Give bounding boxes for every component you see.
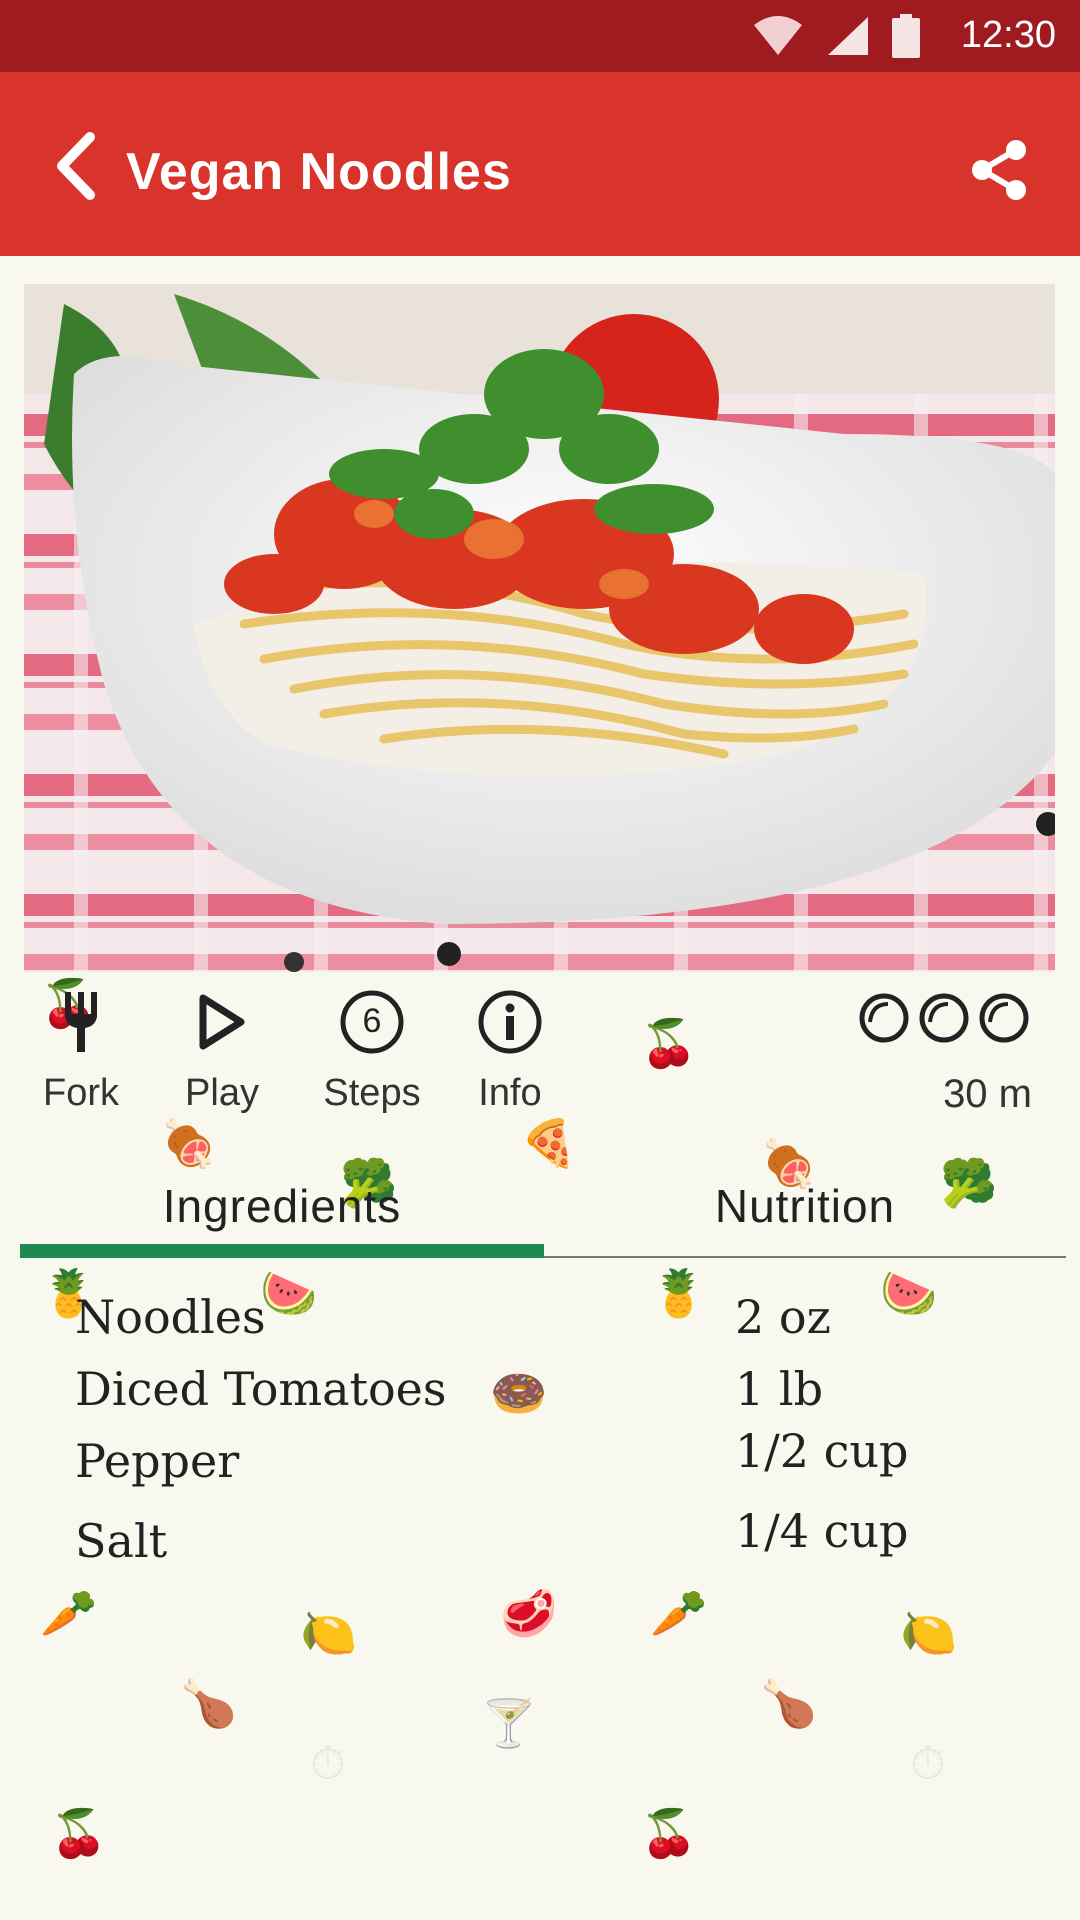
ingredient-quantity: 2 oz (735, 1290, 831, 1344)
status-icons (752, 14, 920, 63)
signal-icon (826, 15, 870, 62)
status-time: 12:30 (960, 14, 1056, 56)
chevron-left-icon (57, 132, 95, 200)
recipe-photo (24, 284, 1055, 972)
steps-button[interactable]: 6 Steps (312, 990, 432, 1115)
info-icon (478, 990, 542, 1054)
status-bar: 12:30 (0, 0, 1080, 72)
info-label: Info (478, 1072, 542, 1114)
cook-duration: 30 m (943, 1072, 1032, 1116)
ingredient-name: Diced Tomatoes (75, 1362, 447, 1416)
difficulty-ring-icon (919, 993, 969, 1043)
difficulty-rating (858, 992, 1030, 1044)
battery-icon (892, 14, 920, 63)
tab-bar: Ingredients Nutrition (20, 1170, 1066, 1258)
wifi-icon (752, 15, 804, 62)
play-button[interactable]: Play (162, 990, 282, 1115)
difficulty-ring-icon (979, 993, 1029, 1043)
steps-count: 6 (362, 1002, 382, 1040)
fork-button[interactable]: Fork (21, 990, 141, 1115)
play-label: Play (185, 1072, 259, 1114)
ingredient-quantity: 1 lb (735, 1362, 824, 1416)
fork-label: Fork (43, 1072, 119, 1114)
app-bar: Vegan Noodles (0, 72, 1080, 256)
back-button[interactable] (44, 130, 104, 202)
tab-nutrition[interactable]: Nutrition (544, 1170, 1066, 1258)
page-title: Vegan Noodles (126, 143, 512, 201)
share-button[interactable] (968, 138, 1032, 202)
fork-icon (65, 992, 97, 1052)
ingredient-quantity: 1/2 cup (735, 1424, 909, 1478)
difficulty-ring-icon (859, 993, 909, 1043)
ingredient-name: Pepper (75, 1434, 240, 1488)
ingredient-name: Salt (75, 1514, 168, 1568)
info-button[interactable]: Info (450, 990, 570, 1115)
share-icon (972, 140, 1026, 200)
steps-label: Steps (323, 1072, 421, 1114)
ingredient-name: Noodles (75, 1290, 266, 1344)
tab-selected-indicator (20, 1244, 544, 1258)
ingredient-quantity: 1/4 cup (735, 1504, 909, 1558)
play-icon (199, 994, 245, 1050)
